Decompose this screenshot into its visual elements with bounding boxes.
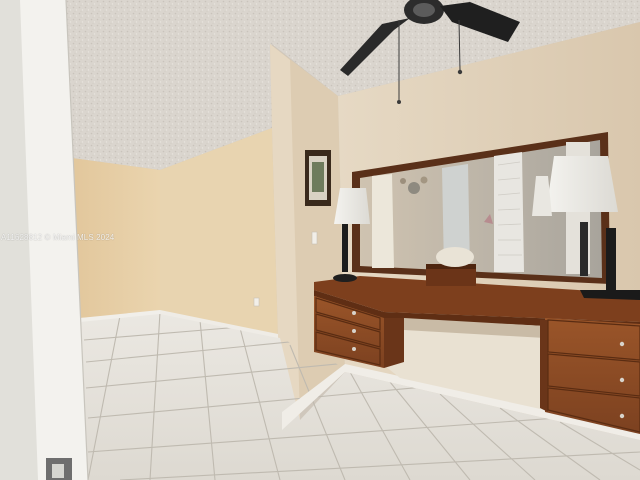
right-drawer-bank-side	[540, 320, 548, 412]
mirror-reflection-decor-small-2	[420, 176, 428, 184]
wall-outlet	[253, 297, 260, 307]
left-lamp-shade	[334, 188, 370, 224]
right-lamp-stem	[606, 228, 616, 292]
right-lamp-reflection-stem	[580, 222, 588, 276]
room-photo: A11628812 © Miami MLS 2024	[0, 0, 640, 480]
right-drawer-knob-2	[619, 377, 625, 383]
right-drawer-knob-1	[619, 341, 625, 347]
left-lamp-base	[333, 274, 357, 282]
mirror-reflection-decor-small	[400, 178, 406, 184]
fan-pull-chain-2-end	[457, 69, 463, 75]
framed-picture-art	[312, 162, 324, 192]
door-strike-plate-inner	[52, 464, 64, 478]
listing-watermark: A11628812 © Miami MLS 2024	[1, 233, 115, 242]
left-drawer-knob-1	[352, 311, 356, 315]
right-drawer-knob-3	[619, 413, 625, 419]
left-drawer-knob-3	[352, 347, 356, 351]
ceiling-fan-light	[413, 3, 435, 17]
fan-pull-chain-1-end	[397, 100, 401, 104]
mirror-reflection-window	[372, 174, 394, 268]
left-drawer-knob-2	[352, 329, 356, 333]
right-lamp-shade	[546, 156, 618, 212]
left-lamp-stem	[342, 224, 348, 272]
mirror-reflection-wall-decor	[408, 182, 420, 194]
left-drawer-bank-side	[384, 318, 404, 368]
light-switch	[311, 231, 318, 245]
decorative-bowl	[436, 247, 474, 267]
mirror-reflection-door	[494, 152, 524, 272]
